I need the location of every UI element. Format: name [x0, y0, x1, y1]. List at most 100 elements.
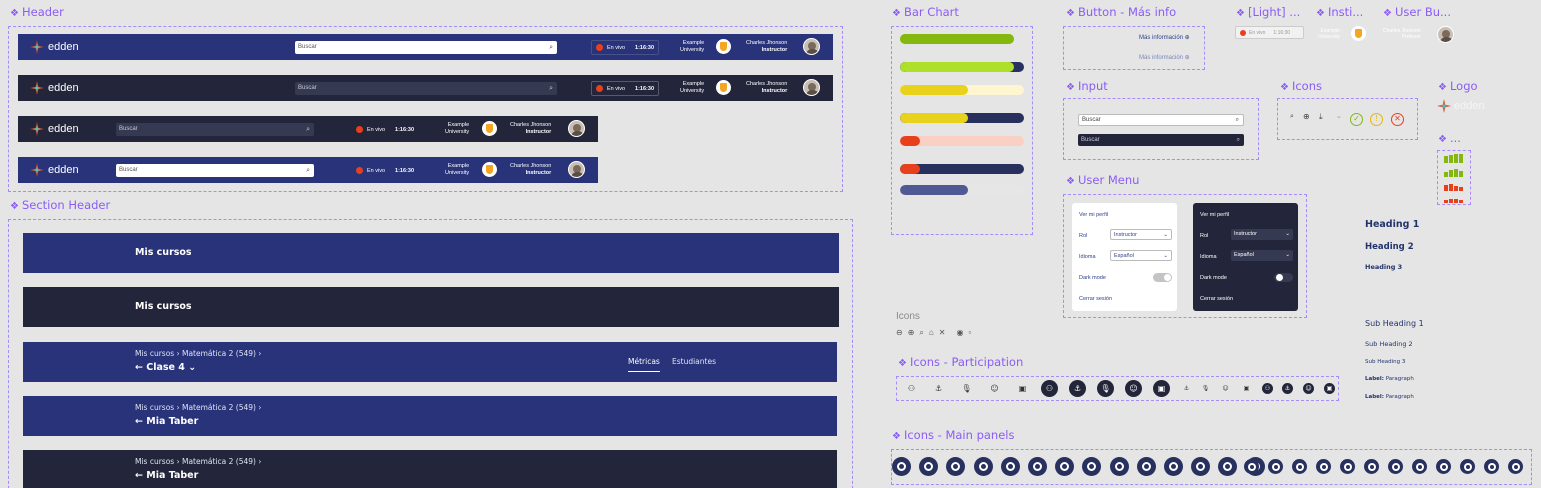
- audience-icon[interactable]: [1484, 459, 1499, 474]
- presenter-icon[interactable]: [1388, 459, 1403, 474]
- support-icon[interactable]: [1364, 459, 1379, 474]
- message-icon[interactable]: [1460, 459, 1475, 474]
- more-info-button[interactable]: Más información ⊕: [1139, 34, 1190, 41]
- avatar[interactable]: [568, 161, 585, 178]
- avatar[interactable]: [1437, 26, 1454, 43]
- brand-name: edden: [48, 123, 79, 135]
- search-input[interactable]: Buscar ⌕: [116, 123, 314, 136]
- frame-title-user-bu: ❖ User Bu...: [1383, 5, 1451, 19]
- view-profile-link[interactable]: Ver mi perfil: [1079, 212, 1108, 218]
- search-input[interactable]: Buscar ⌕: [295, 82, 557, 95]
- language-select[interactable]: Español ⌄: [1110, 250, 1172, 261]
- avatar[interactable]: [803, 38, 820, 55]
- class-title[interactable]: ← Clase 4 ⌄: [135, 362, 196, 373]
- emoji-icon[interactable]: ☺: [1125, 380, 1142, 397]
- shield-icon: [482, 162, 497, 177]
- logout-link[interactable]: Cerrar sesión: [1079, 296, 1112, 302]
- chat-bubble-icon[interactable]: [1292, 459, 1307, 474]
- live-dot-icon: [596, 44, 603, 51]
- group-icon[interactable]: ⚇: [1262, 383, 1273, 394]
- dark-mode-toggle[interactable]: [1153, 273, 1172, 282]
- microphone-icon[interactable]: 🎙: [1200, 383, 1211, 394]
- signal-medium-icon: [1444, 168, 1464, 177]
- search-icon: ⌕: [306, 126, 310, 133]
- logout-link[interactable]: Cerrar sesión: [1200, 296, 1233, 302]
- zoom-out-icon[interactable]: ⊖: [896, 328, 908, 337]
- icon-glyph: [1415, 462, 1424, 471]
- student-title[interactable]: ← Mia Taber: [135, 470, 198, 481]
- target-icon[interactable]: [892, 457, 911, 476]
- section-title: Mis cursos: [135, 301, 192, 312]
- audience-icon[interactable]: [1340, 459, 1355, 474]
- hand-raise-icon[interactable]: ⚓: [1069, 380, 1086, 397]
- search-input[interactable]: Buscar ⌕: [116, 164, 314, 177]
- avatar[interactable]: [568, 120, 585, 137]
- icons-label: Icons: [896, 311, 920, 322]
- brand-logo[interactable]: edden: [30, 40, 79, 54]
- role-select[interactable]: Instructor ⌄: [1231, 229, 1293, 240]
- tab-students[interactable]: Estudiantes: [672, 357, 716, 366]
- breadcrumb[interactable]: Mis cursos › Matemática 2 (549) ›: [135, 457, 261, 466]
- tab-metrics[interactable]: Métricas: [628, 357, 660, 372]
- spark-icon: [30, 81, 44, 95]
- emoji-icon[interactable]: ☺: [1220, 383, 1231, 394]
- camera-icon[interactable]: ▣: [1241, 383, 1252, 394]
- search-input-light[interactable]: Buscar ⌕: [1078, 114, 1244, 126]
- role-label: Rol: [1079, 233, 1088, 239]
- zoom-fit-icon[interactable]: ⌕: [919, 328, 928, 337]
- header-dark-compact: edden Buscar ⌕ En vivo 1:16:30 Example Univ…: [18, 116, 598, 142]
- live-dot-icon: [356, 126, 363, 133]
- user-circle-icon[interactable]: ◉: [956, 328, 968, 337]
- presenter-icon[interactable]: [1109, 457, 1129, 476]
- support-icon[interactable]: [1508, 459, 1523, 474]
- breadcrumb[interactable]: Mis cursos › Matemática 2 (549) ›: [135, 403, 261, 412]
- section-header-class: Mis cursos › Matemática 2 (549) › ← Clas…: [23, 342, 837, 382]
- more-info-button-disabled[interactable]: Más información ⊕: [1139, 54, 1190, 61]
- board-icon[interactable]: [1412, 459, 1427, 474]
- message-icon[interactable]: [1000, 457, 1020, 476]
- student-title[interactable]: ← Mia Taber: [135, 416, 198, 427]
- board-icon[interactable]: [1268, 459, 1283, 474]
- presenter-icon[interactable]: [1244, 459, 1259, 474]
- user-button-info[interactable]: Charles Jhonson Profesor: [1383, 28, 1421, 40]
- brand-logo[interactable]: edden: [30, 163, 79, 177]
- chat-bubble-icon[interactable]: [1436, 459, 1451, 474]
- view-profile-link[interactable]: Ver mi perfil: [1200, 212, 1229, 218]
- brand-logo[interactable]: edden: [30, 122, 79, 136]
- language-select[interactable]: Español ⌄: [1231, 250, 1293, 261]
- camera-icon[interactable]: ▣: [1014, 380, 1031, 397]
- emoji-icon[interactable]: ☺: [1303, 383, 1314, 394]
- group-icon[interactable]: ⚇: [903, 380, 920, 397]
- dark-mode-label: Dark mode: [1079, 275, 1106, 281]
- microphone-icon[interactable]: 🎙: [958, 380, 975, 397]
- dark-mode-toggle[interactable]: [1274, 273, 1293, 282]
- fullscreen-icon[interactable]: ✕: [939, 328, 951, 337]
- signal-low-icon: [1444, 182, 1464, 191]
- user-info[interactable]: Charles Jhonson Instructor: [746, 40, 787, 53]
- zoom-in-icon[interactable]: ⊕: [908, 328, 920, 337]
- camera-icon[interactable]: ▣: [1324, 383, 1335, 394]
- group-icon[interactable]: ⚇: [1041, 380, 1058, 397]
- hand-raise-icon[interactable]: ⚓: [1282, 383, 1293, 394]
- camera-icon[interactable]: ▣: [1153, 380, 1170, 397]
- emoji-icon[interactable]: ☺: [986, 380, 1003, 397]
- chat-icon[interactable]: ▫: [968, 328, 976, 337]
- user-info[interactable]: Charles Jhonson Instructor: [510, 163, 551, 176]
- search-input[interactable]: Buscar ⌕: [295, 41, 557, 54]
- message-icon[interactable]: [1316, 459, 1331, 474]
- home-icon[interactable]: ⌂: [929, 328, 939, 337]
- hand-raise-icon[interactable]: ⚓: [1181, 383, 1192, 394]
- search-input-dark[interactable]: Buscar ⌕: [1078, 134, 1244, 146]
- chat-bubble-icon[interactable]: [973, 457, 993, 476]
- user-info[interactable]: Charles Jhonson Instructor: [746, 81, 787, 94]
- chat-bubble-icon[interactable]: [1164, 457, 1183, 476]
- audience-icon[interactable]: [1028, 457, 1047, 476]
- user-info[interactable]: Charles Jhonson Instructor: [510, 122, 551, 135]
- board-icon[interactable]: [1136, 457, 1156, 476]
- avatar[interactable]: [803, 79, 820, 96]
- hand-raise-icon[interactable]: ⚓: [930, 380, 947, 397]
- brand-logo[interactable]: edden: [30, 81, 79, 95]
- microphone-icon[interactable]: 🎙: [1097, 380, 1114, 397]
- breadcrumb[interactable]: Mis cursos › Matemática 2 (549) ›: [135, 349, 261, 358]
- role-select[interactable]: Instructor ⌄: [1110, 229, 1172, 240]
